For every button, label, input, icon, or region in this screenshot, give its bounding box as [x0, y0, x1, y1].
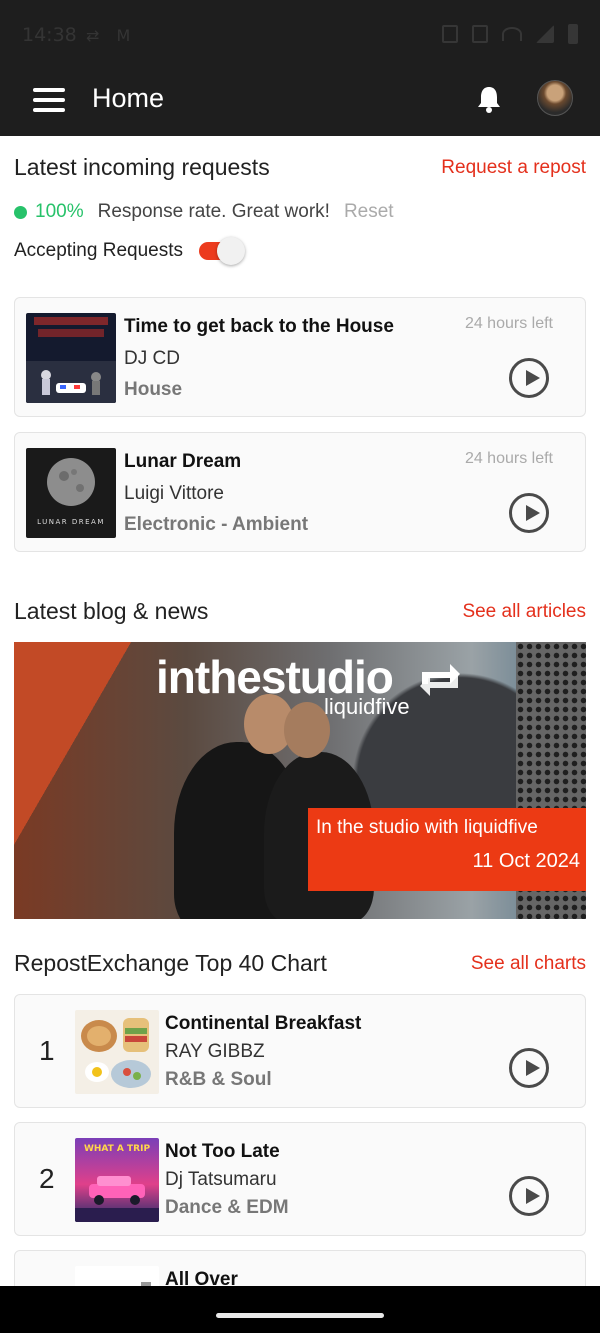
track-artwork — [26, 313, 116, 403]
chart-rank: 1 — [39, 1035, 55, 1066]
blog-section-title: Latest blog & news — [14, 598, 209, 624]
article-logo-sub: liquidfive — [324, 694, 410, 719]
request-card[interactable]: LUNAR DREAM Lunar Dream Luigi Vittore El… — [14, 432, 586, 552]
see-all-charts-link[interactable]: See all charts — [471, 953, 586, 975]
track-artwork — [75, 1010, 159, 1094]
request-repost-link[interactable]: Request a repost — [441, 157, 586, 179]
track-artist: Luigi Vittore — [124, 483, 224, 504]
play-icon[interactable] — [509, 358, 549, 398]
see-all-articles-link[interactable]: See all articles — [462, 601, 586, 623]
response-rate-percent: 100% — [35, 201, 84, 222]
nfc-icon — [442, 25, 458, 43]
track-title: Continental Breakfast — [165, 1013, 362, 1034]
artwork-text: LUNAR DREAM — [37, 518, 105, 526]
article-caption: In the studio with liquidfive 11 Oct 202… — [308, 808, 586, 891]
track-title: Time to get back to the House — [124, 316, 394, 337]
avatar[interactable] — [537, 80, 573, 116]
request-card[interactable]: Time to get back to the House DJ CD Hous… — [14, 297, 586, 417]
track-artist: DJ CD — [124, 348, 180, 369]
response-rate-message: Response rate. Great work! — [97, 201, 330, 222]
chart-item[interactable]: 2 WHAT A TRIP Not Too Late Dj Tatsumaru … — [14, 1122, 586, 1236]
reset-link[interactable]: Reset — [344, 201, 394, 223]
requests-section-title: Latest incoming requests — [14, 154, 270, 180]
status-time: 14:38 — [22, 24, 77, 46]
track-artist: Dj Tatsumaru — [165, 1169, 277, 1190]
bell-icon[interactable] — [474, 84, 504, 114]
home-gesture-handle[interactable] — [216, 1313, 384, 1318]
track-genre: House — [124, 379, 183, 400]
play-icon[interactable] — [509, 1048, 549, 1088]
track-genre: R&B & Soul — [165, 1069, 272, 1090]
signal-icon — [536, 25, 554, 43]
chart-section-title: RepostExchange Top 40 Chart — [14, 950, 327, 976]
track-artist: RAY GIBBZ — [165, 1041, 265, 1062]
page-title: Home — [92, 83, 165, 113]
play-icon[interactable] — [509, 493, 549, 533]
play-icon[interactable] — [509, 1176, 549, 1216]
featured-article[interactable]: inthestudio liquidfive In the studio wit… — [14, 642, 586, 919]
track-artwork: LUNAR DREAM — [26, 448, 116, 538]
artwork-text: WHAT A TRIP — [84, 1144, 151, 1154]
chart-item[interactable]: 1 Continental Breakfast RAY GIBBZ R&B & … — [14, 994, 586, 1108]
track-genre: Electronic - Ambient — [124, 514, 309, 535]
status-left-icons: ⇄ M — [86, 26, 137, 45]
time-left: 24 hours left — [464, 315, 553, 332]
time-left: 24 hours left — [464, 450, 553, 467]
status-right-icons — [442, 24, 578, 44]
app-bar — [0, 70, 600, 136]
battery-icon — [568, 24, 578, 44]
wifi-icon — [502, 27, 522, 41]
system-nav-bar — [0, 1286, 600, 1333]
status-bar: 14:38 ⇄ M — [0, 0, 600, 70]
article-title: In the studio with liquidfive — [316, 817, 538, 838]
track-genre: Dance & EDM — [165, 1197, 289, 1218]
repost-logo-icon — [420, 664, 460, 696]
article-date: 11 Oct 2024 — [472, 850, 580, 872]
accepting-requests-label: Accepting Requests — [14, 240, 183, 261]
track-title: Not Too Late — [165, 1141, 280, 1162]
hamburger-icon[interactable] — [33, 88, 65, 112]
chart-rank: 2 — [39, 1163, 55, 1194]
accepting-requests-row: Accepting Requests — [14, 237, 245, 265]
mute-icon — [472, 25, 488, 43]
response-rate-row: 100% Response rate. Great work! Reset — [14, 200, 394, 224]
accepting-requests-toggle[interactable] — [199, 237, 245, 265]
track-title: Lunar Dream — [124, 451, 242, 472]
status-dot-icon — [14, 205, 27, 219]
track-artwork: WHAT A TRIP — [75, 1138, 159, 1222]
